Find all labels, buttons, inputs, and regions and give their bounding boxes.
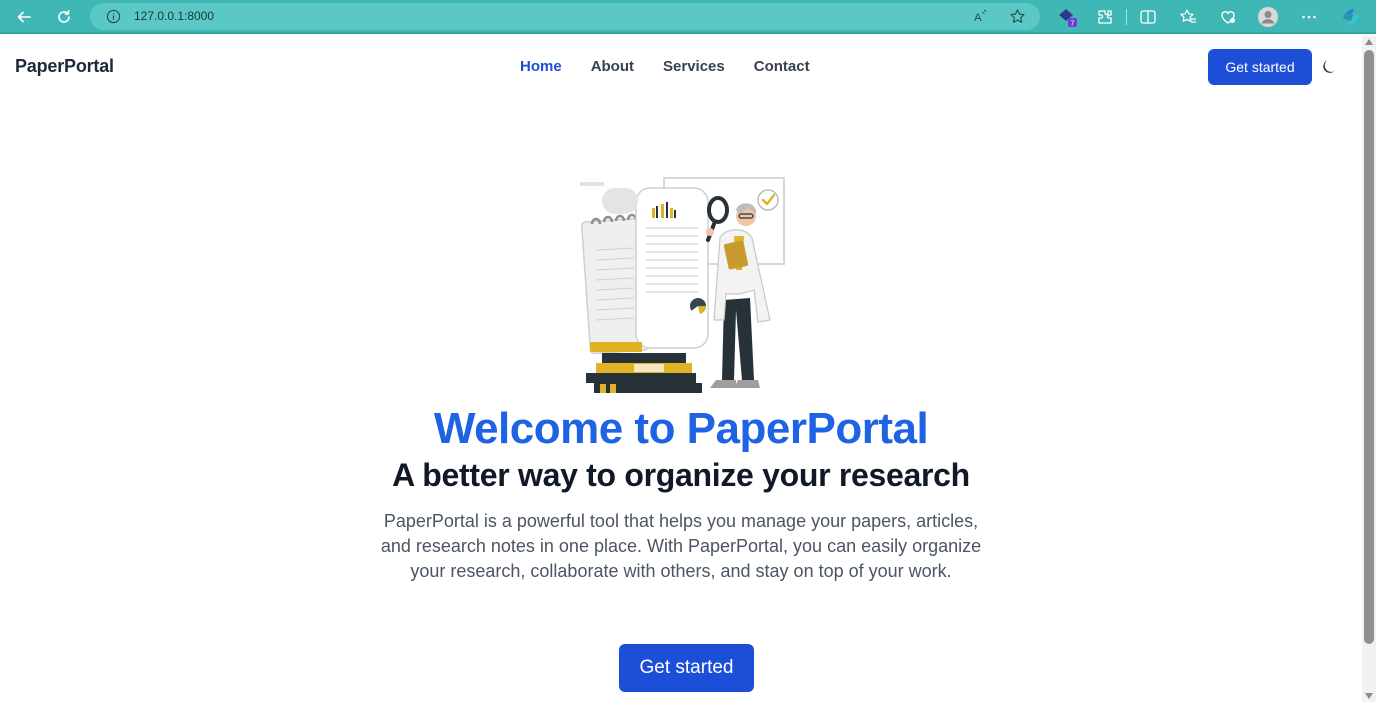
read-aloud-icon[interactable]: A — [973, 8, 990, 25]
favorite-star-icon[interactable] — [1009, 8, 1026, 25]
extension-badge-icon[interactable]: 7 — [1055, 5, 1079, 29]
reload-icon[interactable] — [51, 4, 77, 30]
scroll-down-arrow-icon[interactable] — [1365, 693, 1373, 699]
address-bar[interactable]: 127.0.0.1:8000 A — [90, 3, 1040, 30]
main-nav: Home About Services Contact — [520, 58, 839, 75]
favorites-icon[interactable] — [1176, 5, 1200, 29]
svg-text:A: A — [974, 12, 982, 24]
hero-title: Welcome to PaperPortal — [433, 404, 929, 453]
moon-icon[interactable] — [1321, 58, 1339, 76]
more-icon[interactable] — [1297, 5, 1321, 29]
info-icon[interactable] — [106, 9, 121, 24]
hero-description: PaperPortal is a powerful tool that help… — [380, 511, 982, 581]
page-scrollbar[interactable] — [1362, 36, 1376, 702]
site-header: PaperPortal Home About Services Contact … — [0, 36, 1362, 98]
copilot-icon[interactable] — [1339, 5, 1363, 29]
researcher-with-magnifier-illustration — [580, 177, 785, 393]
scroll-up-arrow-icon[interactable] — [1365, 39, 1373, 45]
nav-link-contact[interactable]: Contact — [754, 58, 810, 75]
back-arrow-icon[interactable] — [11, 4, 37, 30]
scrollbar-thumb[interactable] — [1364, 50, 1374, 644]
extension-badge-count: 7 — [1071, 21, 1075, 28]
hero-subtitle: A better way to organize your research — [392, 457, 970, 493]
header-get-started-button[interactable]: Get started — [1208, 49, 1312, 85]
nav-link-home[interactable]: Home — [520, 58, 562, 75]
puzzle-icon[interactable] — [1093, 5, 1117, 29]
profile-icon[interactable] — [1256, 5, 1280, 29]
url-text[interactable]: 127.0.0.1:8000 — [134, 9, 214, 23]
nav-link-services[interactable]: Services — [663, 58, 725, 75]
browser-essentials-icon[interactable] — [1216, 5, 1240, 29]
split-screen-icon[interactable] — [1136, 5, 1160, 29]
brand-logo[interactable]: PaperPortal — [15, 56, 114, 77]
toolbar-divider — [1126, 9, 1127, 25]
nav-link-about[interactable]: About — [591, 58, 634, 75]
browser-toolbar: 127.0.0.1:8000 A 7 — [0, 0, 1376, 34]
hero-get-started-button[interactable]: Get started — [619, 644, 754, 692]
